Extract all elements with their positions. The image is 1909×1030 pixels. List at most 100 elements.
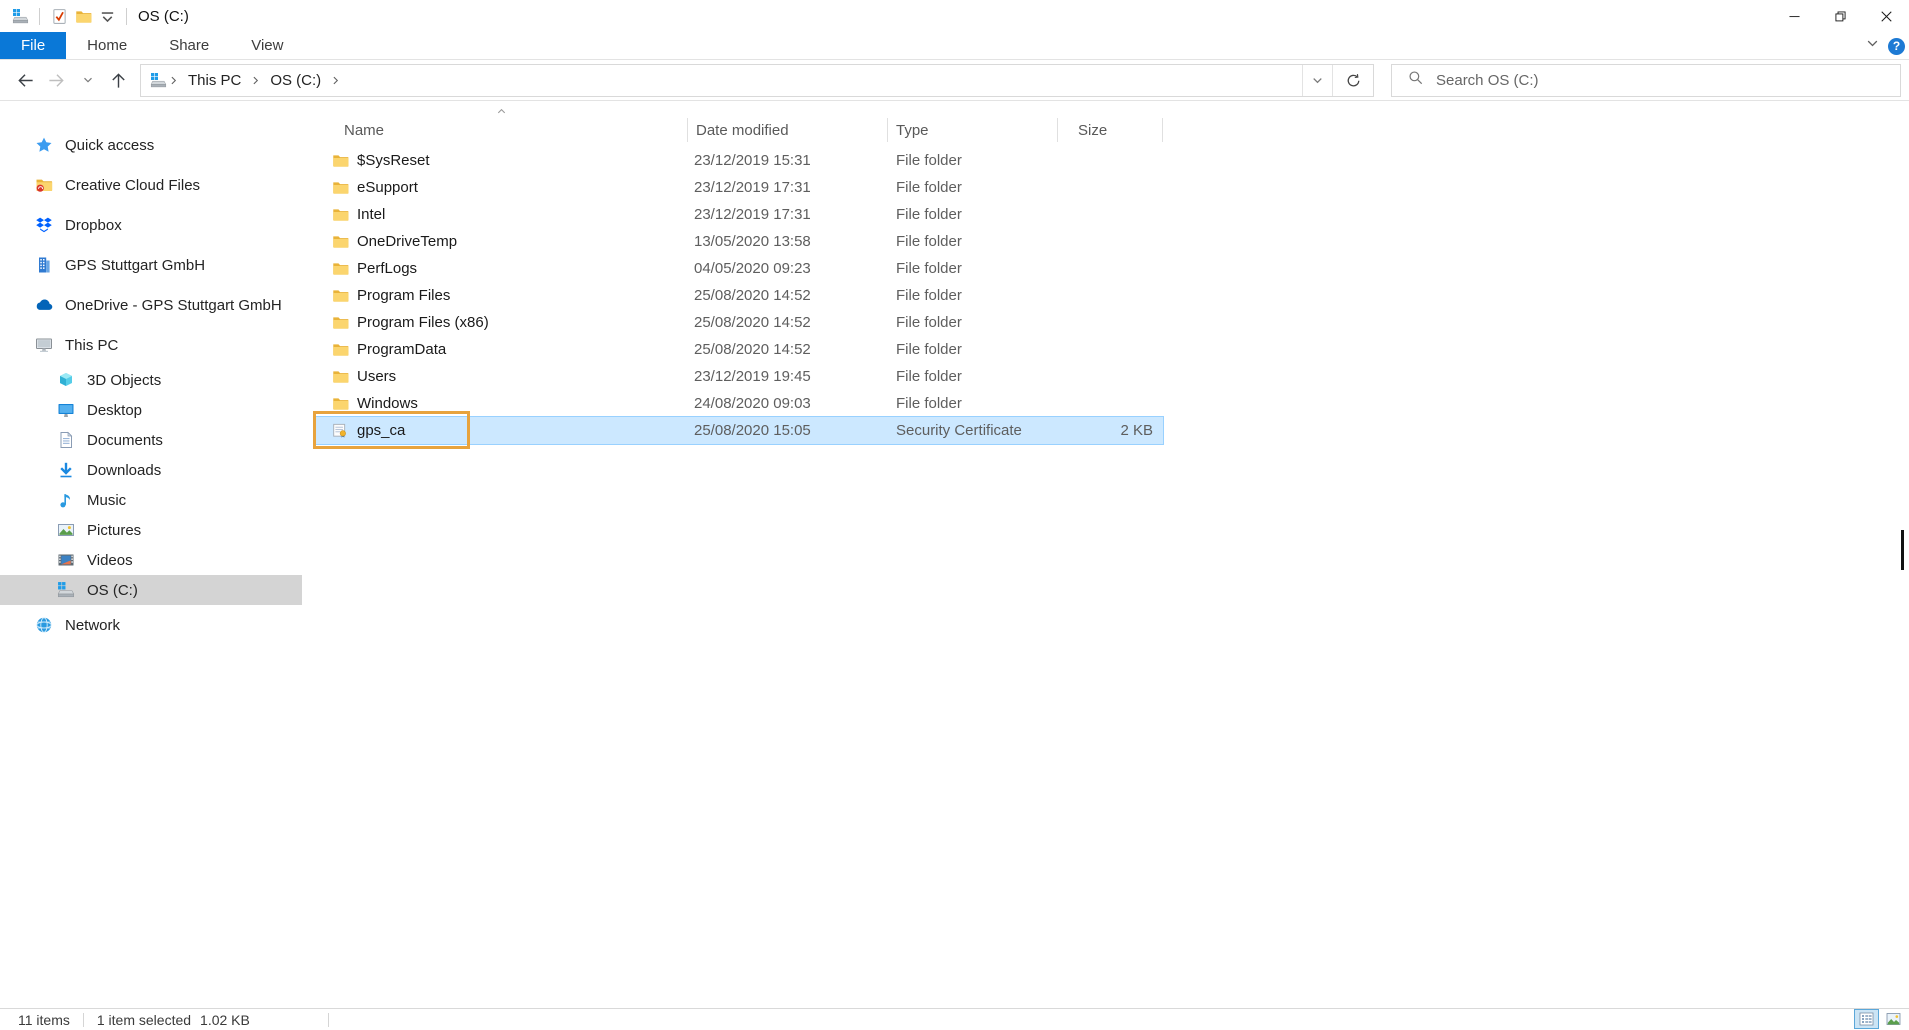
folder-icon (332, 395, 349, 412)
file-type: File folder (888, 152, 1058, 169)
file-row-windows[interactable]: Windows24/08/2020 09:03File folder (316, 390, 1163, 417)
folder-icon (332, 206, 349, 223)
file-name: Windows (357, 395, 418, 412)
chevron-down-icon[interactable] (1866, 37, 1879, 55)
crumb-chevron-icon[interactable] (167, 76, 180, 85)
qat-customize-chevron-icon[interactable] (95, 4, 119, 28)
tab-share[interactable]: Share (148, 32, 230, 59)
items-count: 11 items (18, 1012, 70, 1028)
tab-home[interactable]: Home (66, 32, 148, 59)
folder-icon (332, 152, 349, 169)
file-row-onedrivetemp[interactable]: OneDriveTemp13/05/2020 13:58File folder (316, 228, 1163, 255)
column-header-date-modified[interactable]: Date modified (688, 118, 888, 142)
sidebar-item-label: Creative Cloud Files (65, 177, 200, 194)
file-row-gps-ca[interactable]: gps_ca25/08/2020 15:05Security Certifica… (316, 417, 1163, 444)
sidebar-item-videos[interactable]: Videos (0, 545, 302, 575)
network-icon (34, 615, 54, 635)
file-name: gps_ca (357, 422, 405, 439)
crumb-chevron-icon[interactable] (329, 76, 342, 85)
file-type: File folder (888, 314, 1058, 331)
tab-view[interactable]: View (230, 32, 304, 59)
minimize-button[interactable] (1771, 0, 1817, 32)
file-date-modified: 23/12/2019 17:31 (688, 206, 888, 223)
sidebar-item-label: Dropbox (65, 217, 122, 234)
refresh-button[interactable] (1332, 65, 1373, 96)
sidebar-item-dropbox[interactable]: Dropbox (0, 205, 302, 245)
sidebar-item-desktop[interactable]: Desktop (0, 395, 302, 425)
file-name: Intel (357, 206, 385, 223)
folder-icon (332, 260, 349, 277)
sidebar-item-3d-objects[interactable]: 3D Objects (0, 365, 302, 395)
file-name: Program Files (357, 287, 450, 304)
quick-access-icon (34, 135, 54, 155)
folder-icon[interactable] (71, 4, 95, 28)
file-name: ProgramData (357, 341, 446, 358)
file-list-pane: NameDate modifiedTypeSize $SysReset23/12… (302, 101, 1909, 1008)
help-button[interactable]: ? (1888, 38, 1905, 55)
sidebar-item-downloads[interactable]: Downloads (0, 455, 302, 485)
file-date-modified: 23/12/2019 17:31 (688, 179, 888, 196)
breadcrumb-os-c[interactable]: OS (C:) (262, 65, 329, 96)
details-view-button[interactable] (1854, 1009, 1879, 1029)
sidebar-item-pictures[interactable]: Pictures (0, 515, 302, 545)
restore-button[interactable] (1817, 0, 1863, 32)
sidebar-item-music[interactable]: Music (0, 485, 302, 515)
ribbon-right-controls: ? (1866, 32, 1905, 60)
sidebar-item-network[interactable]: Network (0, 605, 302, 645)
sidebar-item-documents[interactable]: Documents (0, 425, 302, 455)
file-row-users[interactable]: Users23/12/2019 19:45File folder (316, 363, 1163, 390)
sidebar-item-this-pc[interactable]: This PC (0, 325, 302, 365)
column-header-size[interactable]: Size (1058, 118, 1163, 142)
file-date-modified: 25/08/2020 14:52 (688, 287, 888, 304)
status-divider (328, 1013, 329, 1027)
sort-ascending-icon[interactable] (496, 104, 507, 121)
recent-locations-button[interactable] (72, 65, 103, 96)
search-input[interactable] (1436, 65, 1900, 96)
column-header-type[interactable]: Type (888, 118, 1058, 142)
file-date-modified: 23/12/2019 19:45 (688, 368, 888, 385)
folder-icon (332, 314, 349, 331)
drive-icon (150, 72, 167, 89)
file-row-programdata[interactable]: ProgramData25/08/2020 14:52File folder (316, 336, 1163, 363)
column-header-row: NameDate modifiedTypeSize (316, 113, 1163, 147)
file-row-perflogs[interactable]: PerfLogs04/05/2020 09:23File folder (316, 255, 1163, 282)
file-row-program-files[interactable]: Program Files25/08/2020 14:52File folder (316, 282, 1163, 309)
close-button[interactable] (1863, 0, 1909, 32)
sidebar-item-os-c[interactable]: OS (C:) (0, 575, 302, 605)
tab-file[interactable]: File (0, 32, 66, 59)
large-icons-view-button[interactable] (1881, 1009, 1906, 1029)
file-row-sysreset[interactable]: $SysReset23/12/2019 15:31File folder (316, 147, 1163, 174)
back-button[interactable] (10, 65, 41, 96)
file-row-esupport[interactable]: eSupport23/12/2019 17:31File folder (316, 174, 1163, 201)
sidebar-item-gps-stuttgart-gmbh[interactable]: GPS Stuttgart GmbH (0, 245, 302, 285)
file-type: File folder (888, 233, 1058, 250)
sidebar-item-label: Music (87, 492, 126, 509)
file-type: File folder (888, 368, 1058, 385)
file-date-modified: 25/08/2020 15:05 (688, 422, 888, 439)
address-bar[interactable]: This PC OS (C:) (140, 64, 1374, 97)
sidebar-item-label: 3D Objects (87, 372, 161, 389)
file-row-intel[interactable]: Intel23/12/2019 17:31File folder (316, 201, 1163, 228)
drive-icon (8, 4, 32, 28)
address-history-button[interactable] (1302, 65, 1332, 96)
forward-button[interactable] (41, 65, 72, 96)
sidebar-item-label: Network (65, 617, 120, 634)
file-date-modified: 04/05/2020 09:23 (688, 260, 888, 277)
selection-size: 1.02 KB (200, 1012, 250, 1028)
navigation-toolbar: This PC OS (C:) (0, 60, 1909, 101)
file-type: File folder (888, 179, 1058, 196)
sidebar-item-onedrive-gps-stuttgart-gmbh[interactable]: OneDrive - GPS Stuttgart GmbH (0, 285, 302, 325)
navigation-pane: Quick access Creative Cloud Files Dropbox G… (0, 101, 302, 1008)
file-name: OneDriveTemp (357, 233, 457, 250)
onedrive-cloud-icon (34, 295, 54, 315)
sidebar-item-creative-cloud-files[interactable]: Creative Cloud Files (0, 165, 302, 205)
this-pc-icon (34, 335, 54, 355)
column-header-name[interactable]: Name (316, 118, 688, 142)
titlebar-divider (126, 8, 127, 25)
properties-check-icon[interactable] (47, 4, 71, 28)
crumb-chevron-icon[interactable] (249, 76, 262, 85)
breadcrumb-this-pc[interactable]: This PC (180, 65, 249, 96)
up-button[interactable] (103, 65, 134, 96)
sidebar-item-quick-access[interactable]: Quick access (0, 125, 302, 165)
file-row-program-files-x86[interactable]: Program Files (x86)25/08/2020 14:52File … (316, 309, 1163, 336)
